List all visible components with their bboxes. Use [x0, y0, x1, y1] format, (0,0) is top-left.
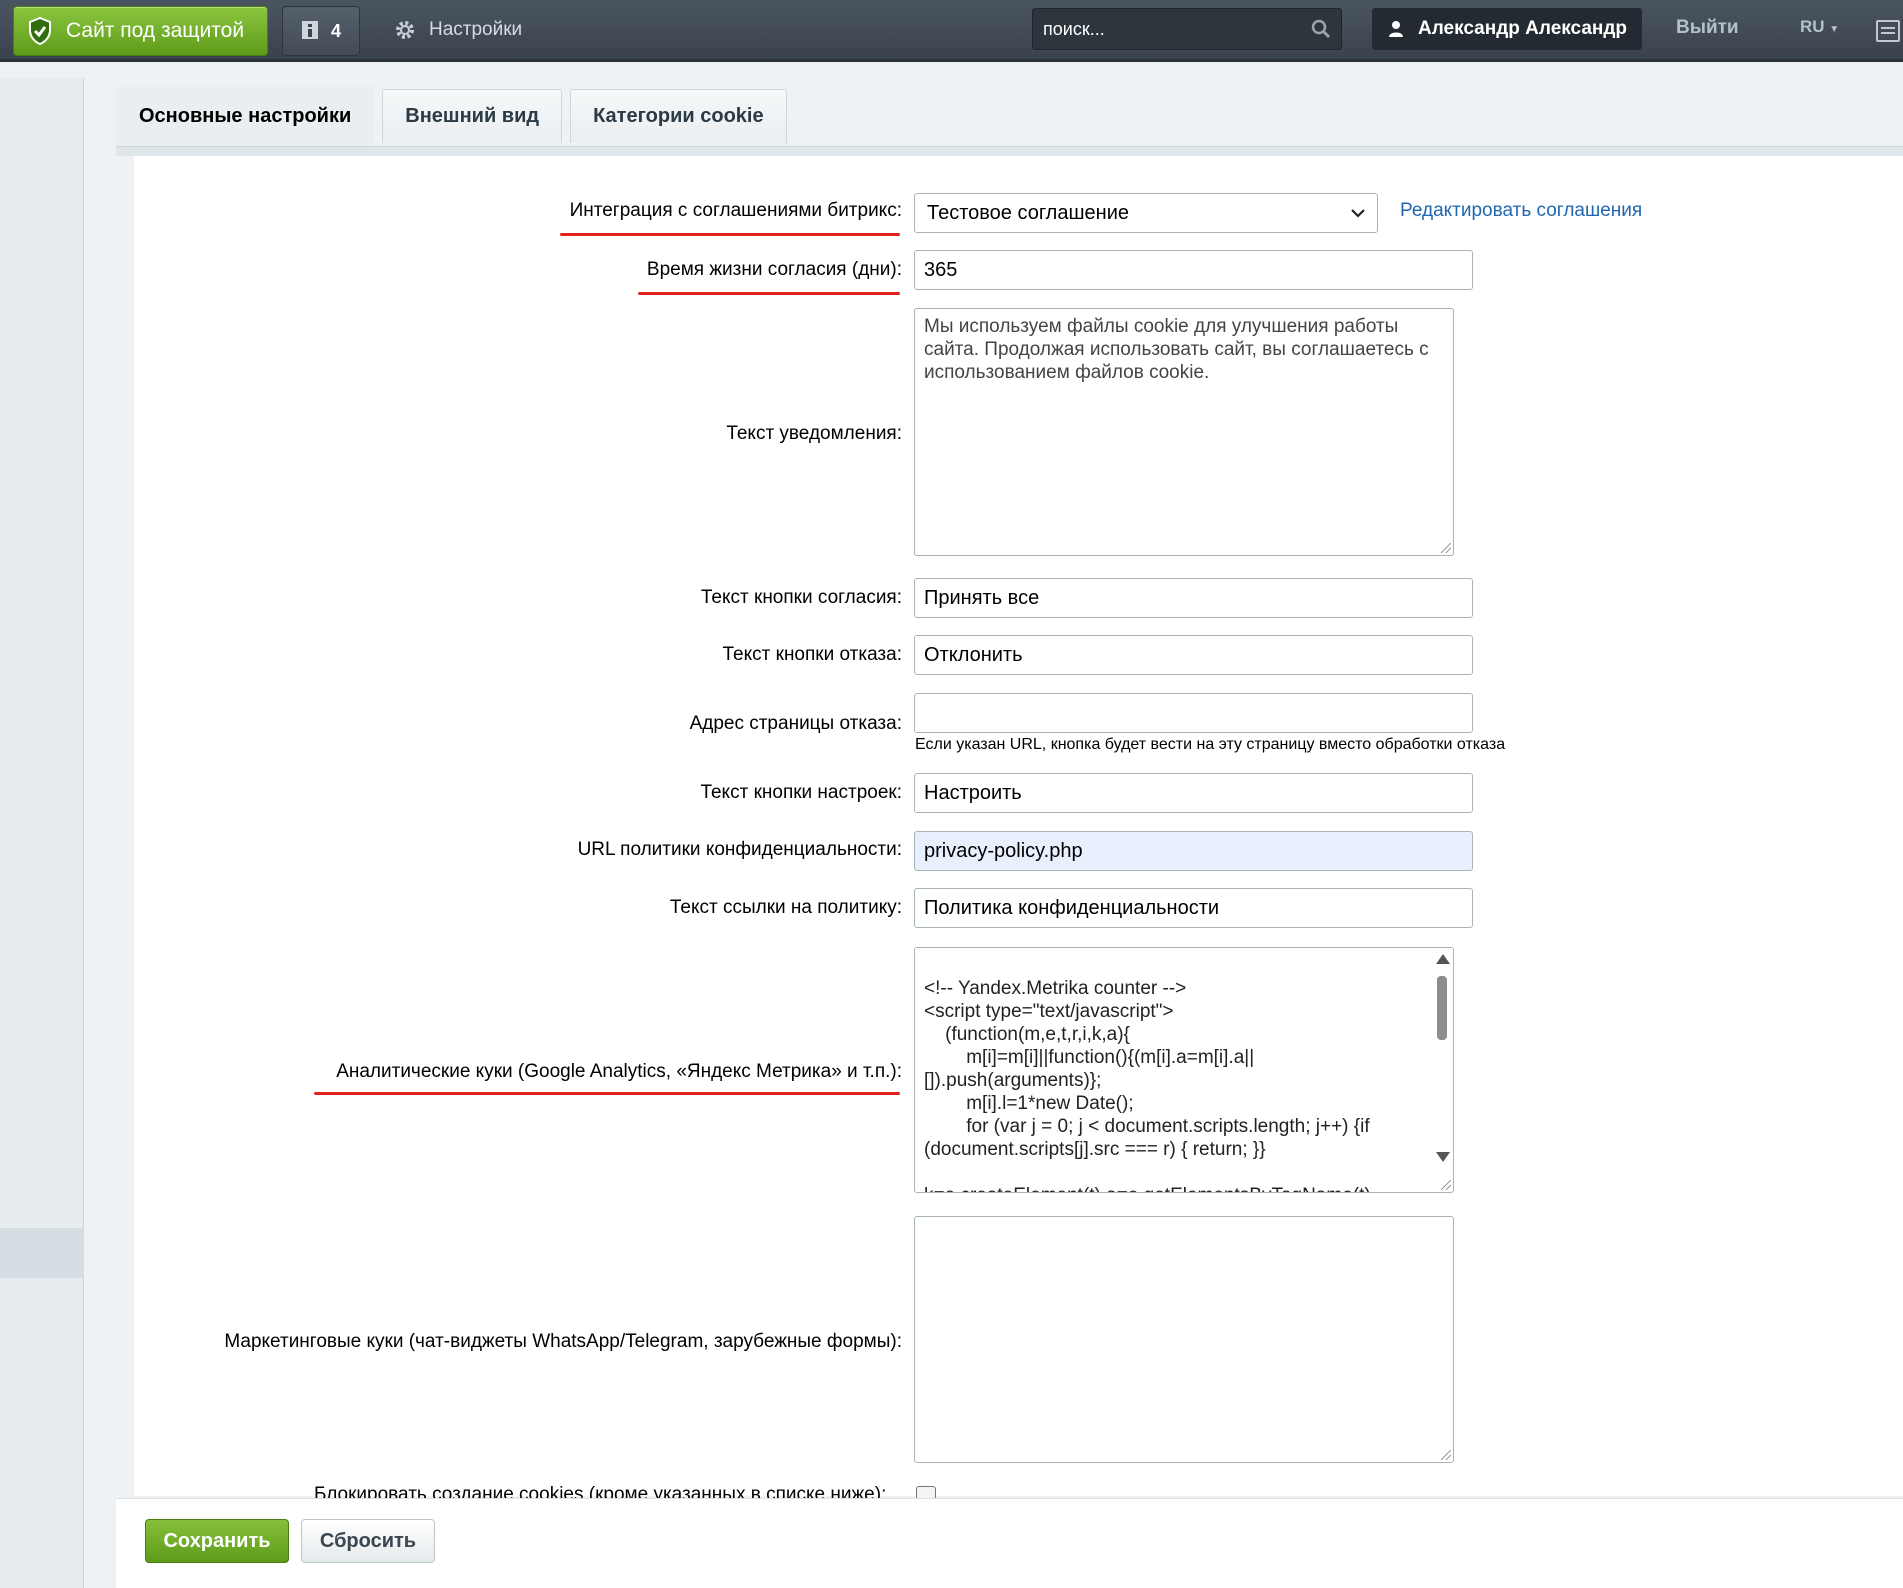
- sidebar-highlight: [0, 1228, 84, 1278]
- scroll-down-icon[interactable]: [1436, 1152, 1450, 1162]
- menu-icon[interactable]: [1876, 20, 1900, 42]
- accept-input[interactable]: Принять все: [914, 578, 1473, 618]
- admin-topbar: Сайт под защитой 4 Настройки поиск... Ал…: [0, 0, 1903, 62]
- agreement-select-value: Тестовое соглашение: [927, 201, 1129, 224]
- marketing-label: Маркетинговые куки (чат-виджеты WhatsApp…: [224, 1331, 902, 1352]
- user-name: Александр Александр: [1418, 18, 1628, 39]
- user-menu[interactable]: Александр Александр: [1372, 8, 1642, 50]
- language-label: RU: [1800, 17, 1825, 36]
- analytics-textarea[interactable]: <!-- Yandex.Metrika counter --> <script …: [914, 947, 1454, 1193]
- settings-button-input[interactable]: Настроить: [914, 773, 1473, 813]
- settings-button-label: Текст кнопки настроек:: [700, 782, 902, 803]
- left-sidebar: [0, 78, 84, 1588]
- lifetime-input[interactable]: 365: [914, 250, 1473, 290]
- edit-agreements-link[interactable]: Редактировать соглашения: [1400, 200, 1642, 222]
- tab-cookie-categories[interactable]: Категории cookie: [570, 89, 787, 143]
- settings-link[interactable]: Настройки: [395, 14, 522, 46]
- gear-icon: [396, 21, 414, 39]
- red-underline: [314, 1092, 900, 1095]
- language-switcher[interactable]: RU ▼: [1800, 17, 1839, 37]
- decline-input[interactable]: Отклонить: [914, 635, 1473, 675]
- tab-appearance[interactable]: Внешний вид: [382, 89, 563, 143]
- user-icon: [1389, 21, 1403, 37]
- analytics-label: Аналитические куки (Google Analytics, «Я…: [336, 1061, 902, 1082]
- textarea-scrollbar[interactable]: [1434, 952, 1450, 1162]
- lifetime-label: Время жизни согласия (дни):: [646, 259, 902, 280]
- shield-check-icon: [29, 17, 51, 45]
- reset-button[interactable]: Сбросить: [301, 1519, 435, 1563]
- resize-handle-icon[interactable]: [1441, 543, 1451, 553]
- decline-label: Текст кнопки отказа:: [722, 644, 902, 665]
- analytics-code: <!-- Yandex.Metrika counter --> <script …: [924, 978, 1371, 1192]
- decline-url-hint: Если указан URL, кнопка будет вести на э…: [915, 736, 1506, 753]
- notice-label: Текст уведомления:: [726, 423, 902, 444]
- notifications-count: 4: [330, 20, 341, 41]
- tab-main-settings[interactable]: Основные настройки: [116, 86, 375, 146]
- notifications-button[interactable]: 4: [282, 6, 360, 56]
- chevron-down-icon: ▼: [1829, 24, 1840, 35]
- save-button[interactable]: Сохранить: [145, 1519, 289, 1563]
- notice-textarea[interactable]: Мы используем файлы cookie для улучшения…: [914, 308, 1454, 556]
- decline-url-input[interactable]: [914, 693, 1473, 733]
- search-placeholder: поиск...: [1043, 18, 1105, 39]
- notice-text: Мы используем файлы cookie для улучшения…: [924, 316, 1429, 383]
- policy-url-input[interactable]: privacy-policy.php: [914, 831, 1473, 871]
- resize-handle-icon[interactable]: [1441, 1450, 1451, 1460]
- scroll-thumb[interactable]: [1437, 976, 1447, 1040]
- site-secure-button[interactable]: Сайт под защитой: [13, 6, 268, 56]
- agreement-label: Интеграция с соглашениями битрикс:: [569, 200, 902, 221]
- agreement-select[interactable]: Тестовое соглашение: [914, 193, 1378, 233]
- search-input[interactable]: поиск...: [1032, 8, 1342, 50]
- red-underline: [560, 233, 900, 236]
- block-cookies-label: Блокировать создание cookies (кроме указ…: [314, 1484, 887, 1498]
- resize-handle-icon[interactable]: [1441, 1180, 1451, 1190]
- policy-link-label: Текст ссылки на политику:: [669, 897, 902, 918]
- marketing-textarea[interactable]: [914, 1216, 1454, 1463]
- accept-label: Текст кнопки согласия:: [700, 587, 902, 608]
- block-cookies-row: Блокировать создание cookies (кроме указ…: [314, 1484, 914, 1498]
- site-secure-label: Сайт под защитой: [66, 19, 245, 42]
- info-icon: [301, 21, 318, 39]
- tab-divider: [116, 146, 1903, 156]
- decline-url-label: Адрес страницы отказа:: [689, 713, 902, 734]
- logout-link[interactable]: Выйти: [1676, 17, 1739, 39]
- scroll-up-icon[interactable]: [1436, 954, 1450, 964]
- policy-url-label: URL политики конфиденциальности:: [577, 839, 902, 860]
- chevron-down-icon: [1351, 209, 1365, 218]
- search-icon[interactable]: [1311, 19, 1331, 39]
- red-underline: [638, 292, 900, 295]
- policy-link-input[interactable]: Политика конфиденциальности: [914, 888, 1473, 928]
- settings-tabs: Основные настройки Внешний вид Категории…: [116, 86, 787, 146]
- settings-label: Настройки: [429, 19, 523, 40]
